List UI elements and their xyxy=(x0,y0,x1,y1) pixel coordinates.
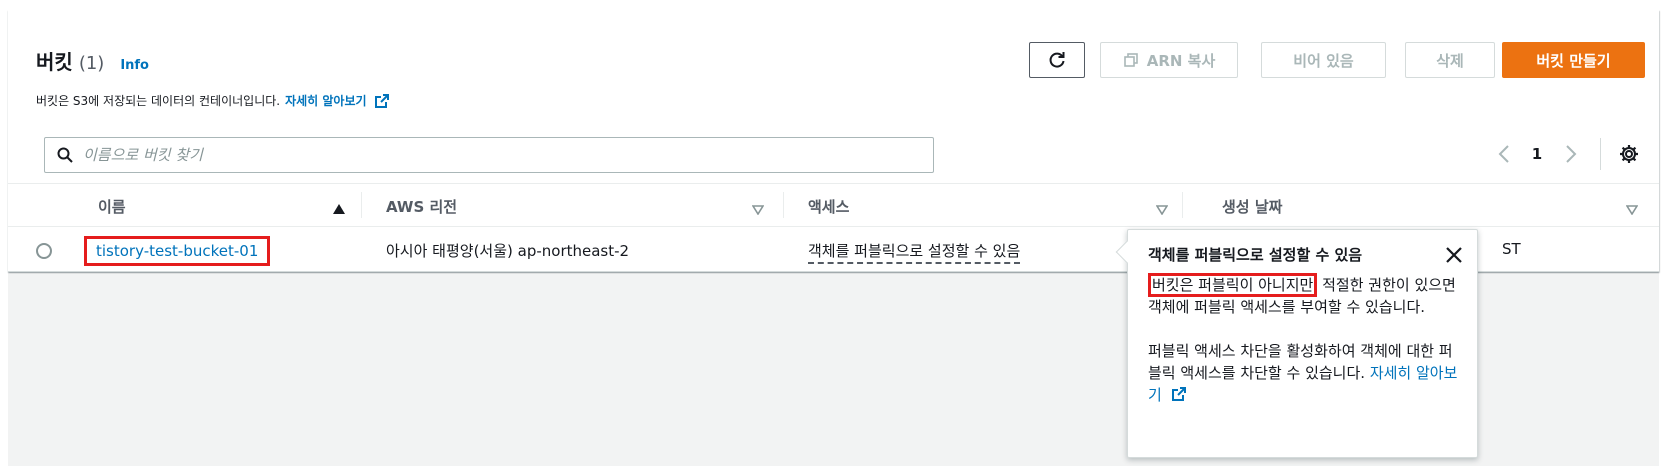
info-link[interactable]: Info xyxy=(120,58,149,73)
panel-header: 버킷 (1) Info xyxy=(36,46,149,75)
previous-page-button[interactable] xyxy=(1492,142,1516,166)
sort-icon[interactable] xyxy=(1155,200,1169,219)
learn-more-link[interactable]: 자세히 알아보기 xyxy=(285,92,366,109)
highlighted-text: 버킷은 퍼블릭이 아니지만 xyxy=(1148,273,1318,297)
external-link-icon[interactable] xyxy=(374,93,390,109)
access-cell[interactable]: 객체를 퍼블릭으로 설정할 수 있음 xyxy=(808,240,1021,264)
column-divider xyxy=(783,192,784,218)
copy-arn-button[interactable]: ARN 복사 xyxy=(1100,42,1238,78)
table-header: 이름 AWS 리전 액세스 생성 날짜 xyxy=(8,183,1659,227)
search-icon xyxy=(57,147,73,163)
refresh-button[interactable] xyxy=(1029,42,1085,78)
refresh-icon xyxy=(1047,50,1067,70)
next-page-button[interactable] xyxy=(1559,142,1583,166)
description-text: 버킷은 S3에 저장되는 데이터의 컨테이너입니다. xyxy=(36,94,281,108)
pagination-divider xyxy=(1600,138,1601,170)
copy-icon xyxy=(1123,52,1139,68)
external-link-icon[interactable] xyxy=(1171,386,1187,402)
close-icon[interactable] xyxy=(1443,244,1465,266)
sort-ascending-icon[interactable] xyxy=(332,200,346,219)
sort-icon[interactable] xyxy=(1625,200,1639,219)
popover-body: 버킷은 퍼블릭이 아니지만 적절한 권한이 있으면 객체에 퍼블릭 액세스를 부… xyxy=(1148,273,1466,406)
page-title: 버킷 xyxy=(36,50,73,74)
column-divider xyxy=(361,192,362,218)
bucket-count: (1) xyxy=(78,53,105,74)
chevron-left-icon xyxy=(1498,145,1510,163)
popover-paragraph: 버킷은 퍼블릭이 아니지만 적절한 권한이 있으면 객체에 퍼블릭 액세스를 부… xyxy=(1148,273,1466,318)
page-number[interactable]: 1 xyxy=(1525,142,1549,166)
popover-paragraph: 퍼블릭 액세스 차단을 활성화하여 객체에 대한 퍼블릭 액세스를 차단할 수 … xyxy=(1148,340,1466,406)
popover-title: 객체를 퍼블릭으로 설정할 수 있음 xyxy=(1148,246,1363,264)
sort-icon[interactable] xyxy=(751,200,765,219)
access-popover: 객체를 퍼블릭으로 설정할 수 있음 버킷은 퍼블릭이 아니지만 적절한 권한이… xyxy=(1115,229,1478,458)
region-cell: 아시아 태평양(서울) ap-northeast-2 xyxy=(386,242,630,260)
search-input[interactable] xyxy=(83,138,933,172)
row-select-radio[interactable] xyxy=(36,243,52,259)
search-box xyxy=(44,137,934,173)
panel-description: 버킷은 S3에 저장되는 데이터의 컨테이너입니다. 자세히 알아보기 xyxy=(36,92,390,109)
column-header-region[interactable]: AWS 리전 xyxy=(386,196,457,217)
gear-icon xyxy=(1618,143,1640,165)
column-divider xyxy=(1182,192,1183,218)
bucket-name-link[interactable]: tistory-test-bucket-01 xyxy=(84,236,271,266)
column-header-name[interactable]: 이름 xyxy=(98,196,126,217)
preferences-button[interactable] xyxy=(1616,141,1642,167)
create-bucket-button[interactable]: 버킷 만들기 xyxy=(1502,42,1645,78)
column-header-access[interactable]: 액세스 xyxy=(808,196,849,217)
column-header-created[interactable]: 생성 날짜 xyxy=(1222,196,1282,217)
created-date-cell: ST xyxy=(1502,240,1521,258)
copy-arn-label: ARN 복사 xyxy=(1146,51,1216,70)
chevron-right-icon xyxy=(1565,145,1577,163)
delete-button[interactable]: 삭제 xyxy=(1405,42,1495,78)
empty-button[interactable]: 비어 있음 xyxy=(1261,42,1386,78)
